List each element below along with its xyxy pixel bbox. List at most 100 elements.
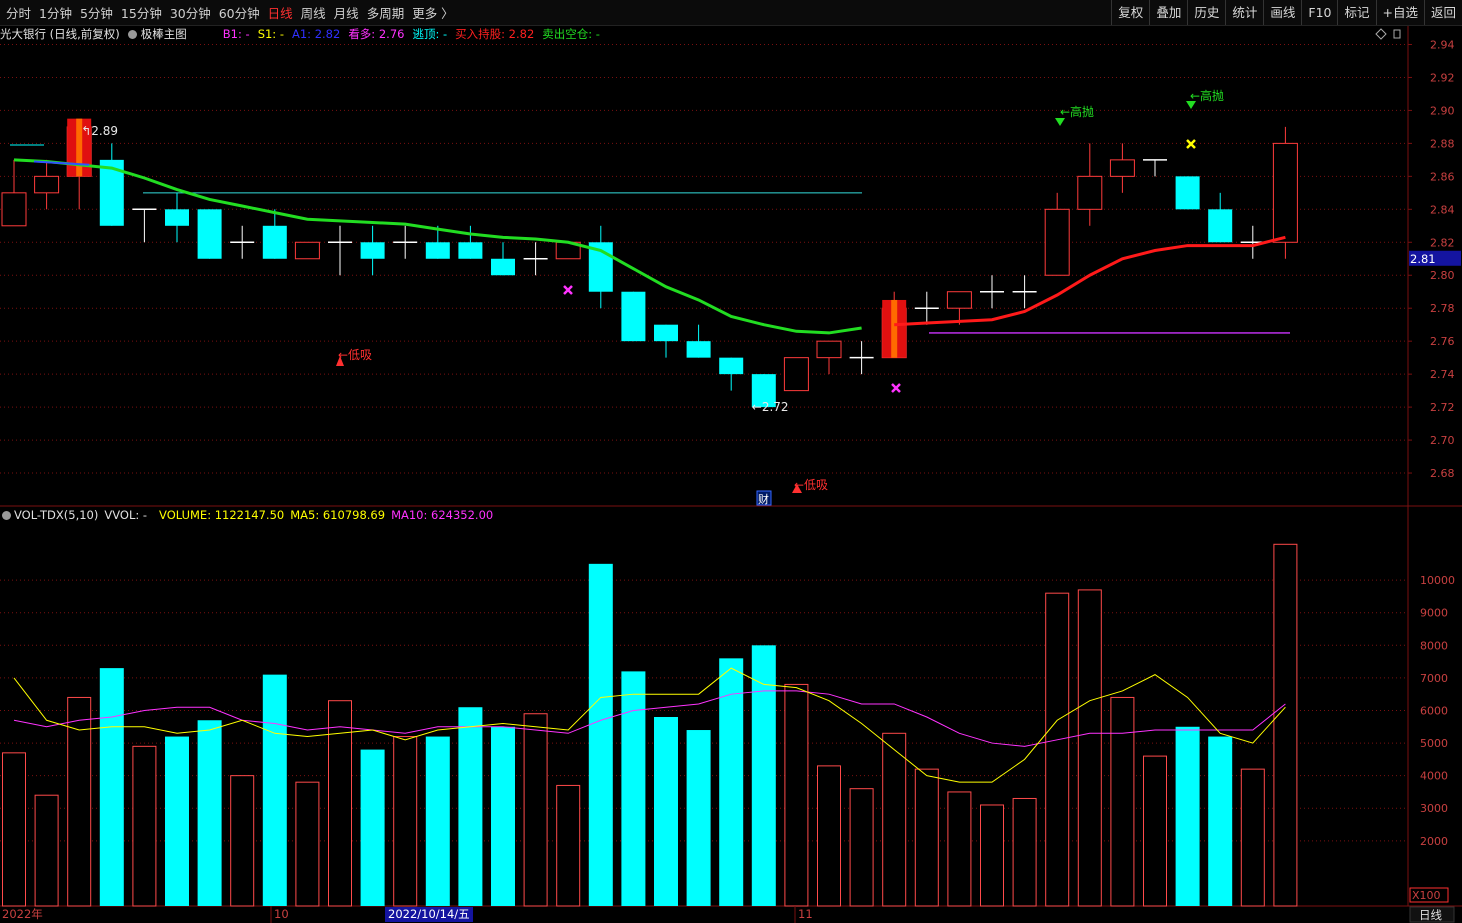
candle — [360, 225, 385, 276]
candle-body — [946, 291, 972, 309]
signal-candle-stripe — [891, 299, 898, 358]
volume-tick-label: 4000 — [1420, 770, 1448, 783]
candle-body — [1044, 208, 1070, 276]
candle-body — [1272, 142, 1298, 243]
volume-tick-label: 5000 — [1420, 737, 1448, 750]
candle — [816, 340, 842, 375]
candle — [1143, 159, 1167, 177]
price-tick-label: 2.88 — [1430, 137, 1455, 150]
volume-bar — [1110, 696, 1135, 907]
signal-x-icon — [1186, 139, 1196, 149]
candle-body — [360, 242, 385, 259]
candle — [1077, 143, 1103, 226]
volume-tick-label: 10000 — [1420, 574, 1455, 587]
volume-bar — [34, 794, 59, 907]
volume-bar — [230, 775, 255, 907]
volume-bar — [719, 658, 744, 906]
price-tick-label: 2.90 — [1430, 104, 1455, 117]
candle-body — [816, 340, 842, 359]
candle — [328, 225, 352, 276]
candle-body — [783, 357, 809, 392]
candle-body — [1109, 159, 1135, 177]
candle — [1012, 275, 1037, 309]
candle — [654, 324, 678, 358]
candle — [197, 209, 222, 259]
volume-bar — [686, 730, 711, 906]
volume-bar — [556, 784, 581, 907]
price-tick-label: 2.84 — [1430, 203, 1455, 216]
volume-bar — [360, 749, 385, 906]
candle-body — [491, 258, 515, 276]
down-arrow-icon — [1055, 118, 1065, 126]
price-tick-label: 2.72 — [1430, 401, 1455, 414]
candle — [914, 291, 939, 325]
candle — [458, 225, 483, 259]
volume-bar — [849, 788, 874, 907]
volume-bar — [491, 726, 515, 906]
candle — [1208, 192, 1233, 243]
price-tick-label: 2.82 — [1430, 236, 1455, 249]
candle — [1109, 143, 1135, 193]
price-tick-label: 2.92 — [1430, 71, 1455, 84]
volume-tick-label: 9000 — [1420, 607, 1448, 620]
candle — [719, 357, 744, 391]
volume-bar — [328, 700, 352, 907]
date-label: 10 — [274, 907, 289, 921]
candle — [132, 208, 157, 243]
volume-bar — [1143, 755, 1167, 907]
price-tick-label: 2.86 — [1430, 170, 1455, 183]
diamond-icon — [1375, 28, 1387, 40]
volume-bar — [165, 736, 189, 906]
volume-bar — [458, 707, 483, 906]
candle-body — [294, 241, 320, 260]
price-tick-label: 2.70 — [1430, 434, 1455, 447]
candle — [980, 275, 1004, 309]
candle-body — [686, 341, 711, 358]
price-tick-label: 2.80 — [1430, 269, 1455, 282]
candle — [686, 324, 711, 358]
sell-signal-label: ←高抛 — [1060, 104, 1094, 119]
candle — [393, 225, 418, 259]
signal-x-icon — [891, 383, 901, 393]
volume-bar — [99, 668, 124, 906]
volume-tick-label: 8000 — [1420, 639, 1448, 652]
volume-bar — [523, 713, 548, 907]
volume-bar — [947, 791, 972, 907]
candle — [34, 159, 60, 210]
candle-body — [197, 209, 222, 259]
volume-tick-label: 6000 — [1420, 704, 1448, 717]
volume-bar — [2, 752, 26, 907]
volume-bar — [1077, 589, 1102, 907]
candle — [1044, 192, 1070, 276]
finance-marker-label: 财 — [758, 492, 769, 506]
volume-bar — [1273, 543, 1298, 907]
volume-bar — [817, 765, 841, 907]
candle — [849, 341, 874, 375]
candle — [230, 225, 255, 259]
candle-body — [1175, 176, 1200, 210]
candle — [588, 225, 613, 309]
candle — [1, 159, 27, 227]
volume-bar — [1175, 726, 1200, 906]
candle-body — [458, 242, 483, 259]
period-label: 日线 — [1419, 908, 1442, 922]
volume-bar — [132, 745, 157, 907]
candle-body — [1208, 209, 1233, 243]
volume-bar — [882, 732, 907, 907]
candle — [491, 242, 515, 276]
volume-bar — [425, 736, 450, 906]
candle — [165, 192, 189, 243]
candle-body — [262, 225, 287, 259]
candle — [523, 242, 548, 276]
down-arrow-icon — [1186, 101, 1196, 109]
price-tick-label: 2.94 — [1430, 38, 1455, 51]
candle-body — [34, 175, 60, 194]
price-tick-label: 2.68 — [1430, 467, 1455, 480]
kline-chart[interactable]: 2.94 2.92 2.90 2.88 2.86 2.84 2.82 2.80 2.78 2.76… — [0, 0, 1462, 923]
candle — [262, 209, 287, 259]
buy-signal-label: ←低吸 — [338, 348, 372, 362]
candle — [621, 291, 646, 342]
sell-signal-label: ←高抛 — [1190, 88, 1224, 103]
date-label: 11 — [798, 907, 813, 921]
volume-bar — [654, 717, 678, 906]
